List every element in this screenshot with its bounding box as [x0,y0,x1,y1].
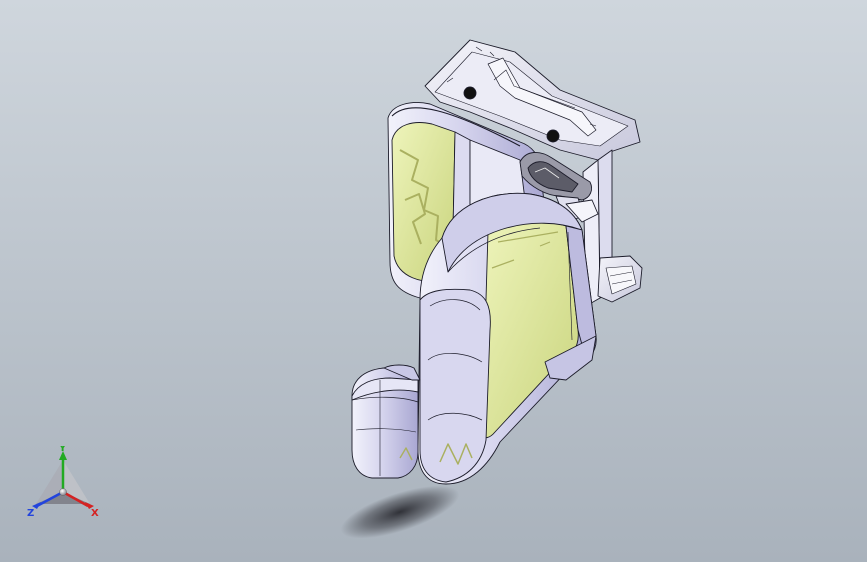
z-axis-label: Z [27,508,34,519]
x-axis-label: X [91,508,99,519]
triad-origin-icon [59,488,67,496]
y-axis-label: Y [58,446,67,454]
graphics-viewport[interactable]: Y X Z [0,0,867,562]
axis-triad[interactable]: Y X Z [22,446,104,524]
model-view[interactable] [0,0,867,562]
armrest[interactable] [351,364,421,479]
mount-hole [546,129,560,143]
mount-hole [463,86,477,100]
